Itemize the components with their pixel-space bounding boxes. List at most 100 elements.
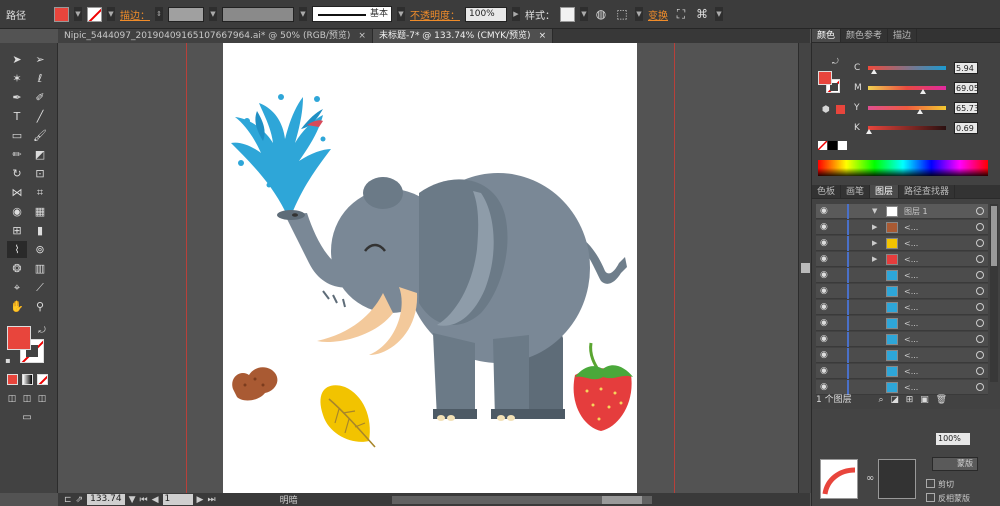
swap-colors-icon[interactable]: ⤾ bbox=[36, 323, 48, 340]
eye-icon[interactable]: ◉ bbox=[820, 252, 828, 267]
elephant-artwork[interactable] bbox=[223, 43, 637, 493]
shape-builder-tool-icon[interactable]: ◉ bbox=[7, 203, 27, 220]
target-icon[interactable] bbox=[976, 255, 984, 263]
eye-icon[interactable]: ◉ bbox=[820, 364, 828, 379]
recolor-artwork-icon[interactable]: ◍ bbox=[593, 6, 609, 22]
align-icon[interactable]: ⬚ bbox=[614, 6, 630, 22]
eye-icon[interactable]: ◉ bbox=[820, 220, 828, 235]
fill-swatch[interactable] bbox=[54, 6, 69, 22]
arrange-dropdown[interactable]: ▼ bbox=[715, 7, 723, 21]
target-icon[interactable] bbox=[976, 271, 984, 279]
line-tool-icon[interactable]: ╱ bbox=[30, 108, 50, 125]
isolate-icon[interactable]: ⛶ bbox=[673, 6, 689, 22]
scroll-thumb[interactable] bbox=[801, 263, 810, 273]
new-layer-icon[interactable]: ▣ bbox=[920, 395, 929, 405]
align-dropdown[interactable]: ▼ bbox=[635, 7, 643, 21]
draw-mode-icon[interactable]: ◫ bbox=[5, 391, 19, 408]
out-of-gamut-icon[interactable]: ⬢ bbox=[822, 105, 830, 115]
fill-dropdown[interactable]: ▼ bbox=[74, 7, 82, 21]
magenta-value[interactable]: 69.05 bbox=[954, 82, 979, 94]
artboard[interactable] bbox=[223, 43, 637, 493]
eye-icon[interactable]: ◉ bbox=[820, 348, 828, 363]
layer-row[interactable]: ◉ ▼ 图层 1 bbox=[816, 204, 988, 219]
eyedropper-tool-icon[interactable]: ⌇ bbox=[7, 241, 27, 258]
target-icon[interactable] bbox=[976, 207, 984, 215]
zoom-dropdown[interactable]: ▼ bbox=[129, 495, 136, 505]
locate-object-icon[interactable]: ⌕ bbox=[878, 395, 883, 405]
magic-wand-tool-icon[interactable]: ✶ bbox=[7, 70, 27, 87]
stroke-weight-field[interactable] bbox=[168, 6, 204, 22]
white-swatch[interactable] bbox=[838, 141, 847, 150]
color-mode-button[interactable] bbox=[7, 374, 18, 385]
sublayer-row[interactable]: ◉ <... bbox=[816, 284, 988, 299]
none-swatch[interactable] bbox=[818, 141, 827, 150]
tab-pathfinder[interactable]: 路径查找器 bbox=[899, 185, 956, 198]
target-icon[interactable] bbox=[976, 223, 984, 231]
paintbrush-tool-icon[interactable]: 🖌︎ bbox=[30, 127, 50, 144]
black-knob[interactable] bbox=[866, 129, 872, 134]
black-slider[interactable] bbox=[866, 126, 946, 134]
curvature-tool-icon[interactable]: ✐ bbox=[30, 89, 50, 106]
swap-icon[interactable]: ⤾ bbox=[832, 57, 839, 67]
eye-icon[interactable]: ◉ bbox=[820, 204, 828, 219]
first-artboard-icon[interactable]: ⏮ bbox=[140, 495, 148, 505]
opacity-field[interactable]: 100% bbox=[465, 6, 507, 22]
eye-icon[interactable]: ◉ bbox=[820, 316, 828, 331]
horizontal-scrollbar[interactable] bbox=[391, 495, 652, 504]
zoom-field[interactable]: 133.74 bbox=[87, 494, 125, 505]
variable-width-profile[interactable] bbox=[222, 6, 294, 22]
gradient-mode-button[interactable] bbox=[22, 374, 33, 385]
free-transform-tool-icon[interactable]: ⌗ bbox=[30, 184, 50, 201]
cyan-knob[interactable] bbox=[871, 69, 877, 74]
tab-color[interactable]: 颜色 bbox=[812, 29, 842, 42]
target-icon[interactable] bbox=[976, 383, 984, 391]
pencil-tool-icon[interactable]: ✏ bbox=[7, 146, 27, 163]
lasso-tool-icon[interactable]: ℓ bbox=[30, 70, 50, 87]
expand-icon[interactable]: ▼ bbox=[872, 204, 877, 219]
expand-icon[interactable]: ▶ bbox=[872, 252, 877, 267]
tab-layers[interactable]: 图层 bbox=[870, 185, 900, 198]
doc-tab-1[interactable]: Nipic_5444097_20190409165107667964.ai* @… bbox=[58, 29, 373, 43]
expand-icon[interactable]: ▶ bbox=[872, 220, 877, 235]
opacity-dropdown[interactable]: ▶ bbox=[512, 7, 520, 21]
target-icon[interactable] bbox=[976, 367, 984, 375]
screen-mode-icon[interactable]: ▭ bbox=[17, 409, 37, 426]
default-colors-icon[interactable]: ▪ bbox=[3, 352, 13, 369]
column-graph-tool-icon[interactable]: ▥ bbox=[30, 260, 50, 277]
transform-label[interactable]: 变换 bbox=[648, 7, 668, 22]
draw-inside-icon[interactable]: ◫ bbox=[35, 391, 49, 408]
yellow-knob[interactable] bbox=[917, 109, 923, 114]
last-artboard-icon[interactable]: ⏭ bbox=[207, 495, 215, 505]
prev-artboard-icon[interactable]: ◀ bbox=[152, 495, 159, 505]
eye-icon[interactable]: ◉ bbox=[820, 268, 828, 283]
rectangle-tool-icon[interactable]: ▭ bbox=[7, 127, 27, 144]
eye-icon[interactable]: ◉ bbox=[820, 284, 828, 299]
artboard-tool-icon[interactable]: ⌖ bbox=[7, 279, 27, 296]
canvas-vertical-scrollbar[interactable] bbox=[798, 43, 811, 493]
expand-icon[interactable]: ▶ bbox=[872, 236, 877, 251]
sublayer-row[interactable]: ◉ <... bbox=[816, 300, 988, 315]
eye-icon[interactable]: ◉ bbox=[820, 236, 828, 251]
cyan-value[interactable]: 5.94 bbox=[954, 62, 978, 74]
sublayer-row[interactable]: ◉ <... bbox=[816, 332, 988, 347]
fill-color-box[interactable] bbox=[7, 326, 31, 350]
target-icon[interactable] bbox=[976, 287, 984, 295]
brush-definition[interactable]: 基本 bbox=[312, 6, 392, 22]
doc-tab-2[interactable]: 未标题-7* @ 133.74% (CMYK/预览) × bbox=[372, 29, 554, 43]
symbol-sprayer-tool-icon[interactable]: ❂ bbox=[7, 260, 27, 277]
sublayer-row[interactable]: ◉ <... bbox=[816, 268, 988, 283]
target-icon[interactable] bbox=[976, 319, 984, 327]
stroke-weight-dropdown[interactable]: ▼ bbox=[209, 7, 217, 21]
stroke-swatch[interactable] bbox=[87, 6, 102, 22]
sublayer-row[interactable]: ◉ ▶ <... bbox=[816, 220, 988, 235]
zoom-tool-icon[interactable]: ⚲ bbox=[30, 298, 50, 315]
stroke-weight-stepper[interactable]: ⇕ bbox=[155, 7, 163, 21]
yellow-slider[interactable] bbox=[868, 106, 946, 114]
pen-tool-icon[interactable]: ✒ bbox=[7, 89, 27, 106]
close-icon[interactable]: × bbox=[358, 31, 366, 41]
rotate-tool-icon[interactable]: ↻ bbox=[7, 165, 27, 182]
slice-tool-icon[interactable]: ⟋ bbox=[30, 279, 50, 296]
sublayer-row[interactable]: ◉ <... bbox=[816, 316, 988, 331]
type-tool-icon[interactable]: T bbox=[7, 108, 27, 125]
perspective-grid-tool-icon[interactable]: ▦ bbox=[30, 203, 50, 220]
